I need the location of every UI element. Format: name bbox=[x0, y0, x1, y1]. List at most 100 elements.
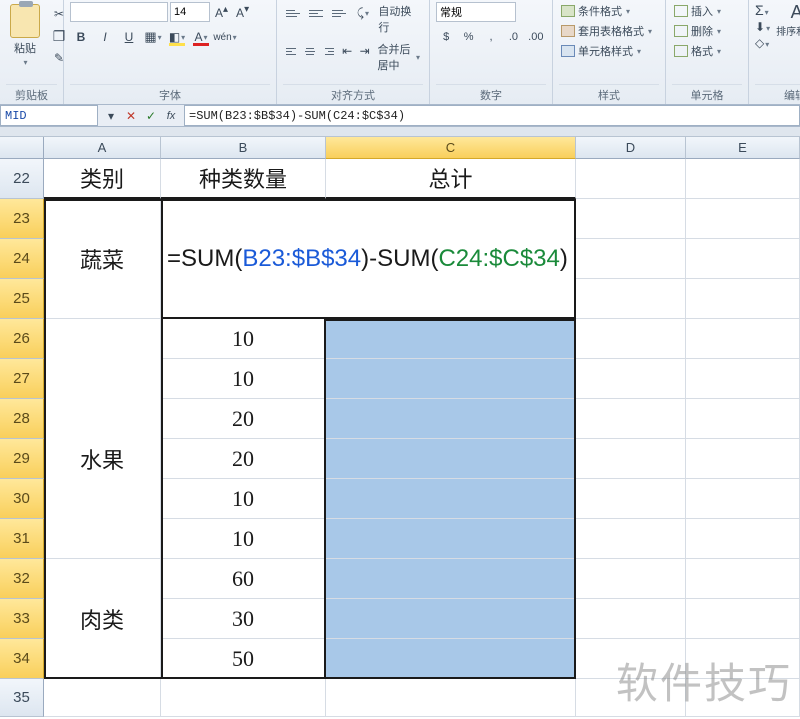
cell-d24[interactable] bbox=[576, 239, 686, 279]
fill-button[interactable]: ⬇▾ bbox=[755, 20, 770, 34]
cell-a28[interactable] bbox=[44, 399, 161, 439]
cell-e33[interactable] bbox=[686, 599, 800, 639]
cell-e28[interactable] bbox=[686, 399, 800, 439]
cell-a35[interactable] bbox=[44, 679, 161, 717]
select-all-corner[interactable] bbox=[0, 137, 44, 159]
row-header-28[interactable]: 28 bbox=[0, 399, 44, 439]
italic-button[interactable]: I bbox=[94, 26, 116, 48]
row-header-32[interactable]: 32 bbox=[0, 559, 44, 599]
cell-c26[interactable] bbox=[326, 319, 576, 359]
col-header-c[interactable]: C bbox=[326, 137, 576, 159]
name-box[interactable] bbox=[0, 105, 98, 126]
fill-color-button[interactable]: ◧▾ bbox=[166, 26, 188, 48]
enter-button[interactable]: ✓ bbox=[142, 107, 160, 125]
row-header-22[interactable]: 22 bbox=[0, 159, 44, 199]
cell-b29[interactable]: 20 bbox=[161, 439, 326, 479]
align-right-button[interactable] bbox=[321, 40, 338, 62]
row-header-34[interactable]: 34 bbox=[0, 639, 44, 679]
cell-e29[interactable] bbox=[686, 439, 800, 479]
cell-d32[interactable] bbox=[576, 559, 686, 599]
align-left-button[interactable] bbox=[283, 40, 300, 62]
bold-button[interactable]: B bbox=[70, 26, 92, 48]
cell-c31[interactable] bbox=[326, 519, 576, 559]
col-header-b[interactable]: B bbox=[161, 137, 326, 159]
cell-a22[interactable]: 类别 bbox=[44, 159, 161, 199]
cell-e24[interactable] bbox=[686, 239, 800, 279]
wrap-text-button[interactable]: 自动换行 bbox=[375, 2, 423, 36]
cell-b22[interactable]: 种类数量 bbox=[161, 159, 326, 199]
formula-input[interactable] bbox=[184, 105, 800, 126]
cell-e34[interactable] bbox=[686, 639, 800, 679]
cell-e25[interactable] bbox=[686, 279, 800, 319]
cell-e35[interactable] bbox=[686, 679, 800, 717]
cell-c32[interactable] bbox=[326, 559, 576, 599]
sort-filter-button[interactable]: A↓ 排序和筛选 bbox=[776, 2, 800, 38]
cell-e22[interactable] bbox=[686, 159, 800, 199]
cell-c28[interactable] bbox=[326, 399, 576, 439]
cell-d31[interactable] bbox=[576, 519, 686, 559]
inc-decimal-button[interactable]: .0 bbox=[503, 26, 523, 48]
row-header-29[interactable]: 29 bbox=[0, 439, 44, 479]
cell-c22[interactable]: 总计 bbox=[326, 159, 576, 199]
row-header-26[interactable]: 26 bbox=[0, 319, 44, 359]
cell-b26[interactable]: 10 bbox=[161, 319, 326, 359]
cell-a29[interactable]: 水果 bbox=[44, 439, 161, 479]
font-size-select[interactable] bbox=[170, 2, 210, 22]
row-header-31[interactable]: 31 bbox=[0, 519, 44, 559]
cell-b28[interactable]: 20 bbox=[161, 399, 326, 439]
cell-d27[interactable] bbox=[576, 359, 686, 399]
cell-e30[interactable] bbox=[686, 479, 800, 519]
cell-a30[interactable] bbox=[44, 479, 161, 519]
comma-button[interactable]: , bbox=[481, 26, 501, 48]
col-header-e[interactable]: E bbox=[686, 137, 800, 159]
cell-c33[interactable] bbox=[326, 599, 576, 639]
cell-d23[interactable] bbox=[576, 199, 686, 239]
orientation-button[interactable]: ⤹▾ bbox=[352, 2, 373, 24]
cell-d35[interactable] bbox=[576, 679, 686, 717]
cell-b33[interactable]: 30 bbox=[161, 599, 326, 639]
row-header-24[interactable]: 24 bbox=[0, 239, 44, 279]
cell-c34[interactable] bbox=[326, 639, 576, 679]
cell-a27[interactable] bbox=[44, 359, 161, 399]
cell-d26[interactable] bbox=[576, 319, 686, 359]
row-header-23[interactable]: 23 bbox=[0, 199, 44, 239]
indent-inc-button[interactable]: ⇥ bbox=[357, 40, 373, 62]
indent-dec-button[interactable]: ⇤ bbox=[339, 40, 355, 62]
border-button[interactable]: ▦▾ bbox=[142, 26, 164, 48]
cell-d30[interactable] bbox=[576, 479, 686, 519]
shrink-font-button[interactable]: A▾ bbox=[233, 4, 252, 20]
align-middle-button[interactable] bbox=[306, 2, 327, 24]
row-header-27[interactable]: 27 bbox=[0, 359, 44, 399]
cell-editor[interactable]: =SUM(B23:$B$34)-SUM(C24:$C$34) bbox=[161, 199, 576, 319]
cell-e32[interactable] bbox=[686, 559, 800, 599]
cell-a34[interactable] bbox=[44, 639, 161, 679]
fx-button[interactable]: fx bbox=[162, 107, 180, 125]
cell-d33[interactable] bbox=[576, 599, 686, 639]
namebox-dropdown[interactable]: ▾ bbox=[102, 107, 120, 125]
cell-b30[interactable]: 10 bbox=[161, 479, 326, 519]
row-header-25[interactable]: 25 bbox=[0, 279, 44, 319]
cell-d22[interactable] bbox=[576, 159, 686, 199]
number-format-select[interactable] bbox=[436, 2, 516, 22]
currency-button[interactable]: $ bbox=[436, 26, 456, 48]
delete-button[interactable]: 删除▾ bbox=[672, 22, 742, 40]
format-button[interactable]: 格式▾ bbox=[672, 42, 742, 60]
cell-c29[interactable] bbox=[326, 439, 576, 479]
merge-center-button[interactable]: 合并后居中▾ bbox=[374, 40, 423, 74]
grow-font-button[interactable]: A▴ bbox=[212, 4, 231, 20]
cell-style-button[interactable]: 单元格样式▾ bbox=[559, 42, 659, 60]
cell-d34[interactable] bbox=[576, 639, 686, 679]
conditional-format-button[interactable]: 条件格式▾ bbox=[559, 2, 659, 20]
row-header-30[interactable]: 30 bbox=[0, 479, 44, 519]
cell-a25[interactable] bbox=[44, 279, 161, 319]
cell-e31[interactable] bbox=[686, 519, 800, 559]
cell-d28[interactable] bbox=[576, 399, 686, 439]
cell-a32[interactable] bbox=[44, 559, 161, 599]
cell-b32[interactable]: 60 bbox=[161, 559, 326, 599]
col-header-a[interactable]: A bbox=[44, 137, 161, 159]
cell-a24[interactable]: 蔬菜 bbox=[44, 239, 161, 279]
cell-a23[interactable] bbox=[44, 199, 161, 239]
align-bottom-button[interactable] bbox=[329, 2, 350, 24]
font-color-button[interactable]: A▾ bbox=[190, 26, 212, 48]
font-name-select[interactable] bbox=[70, 2, 168, 22]
